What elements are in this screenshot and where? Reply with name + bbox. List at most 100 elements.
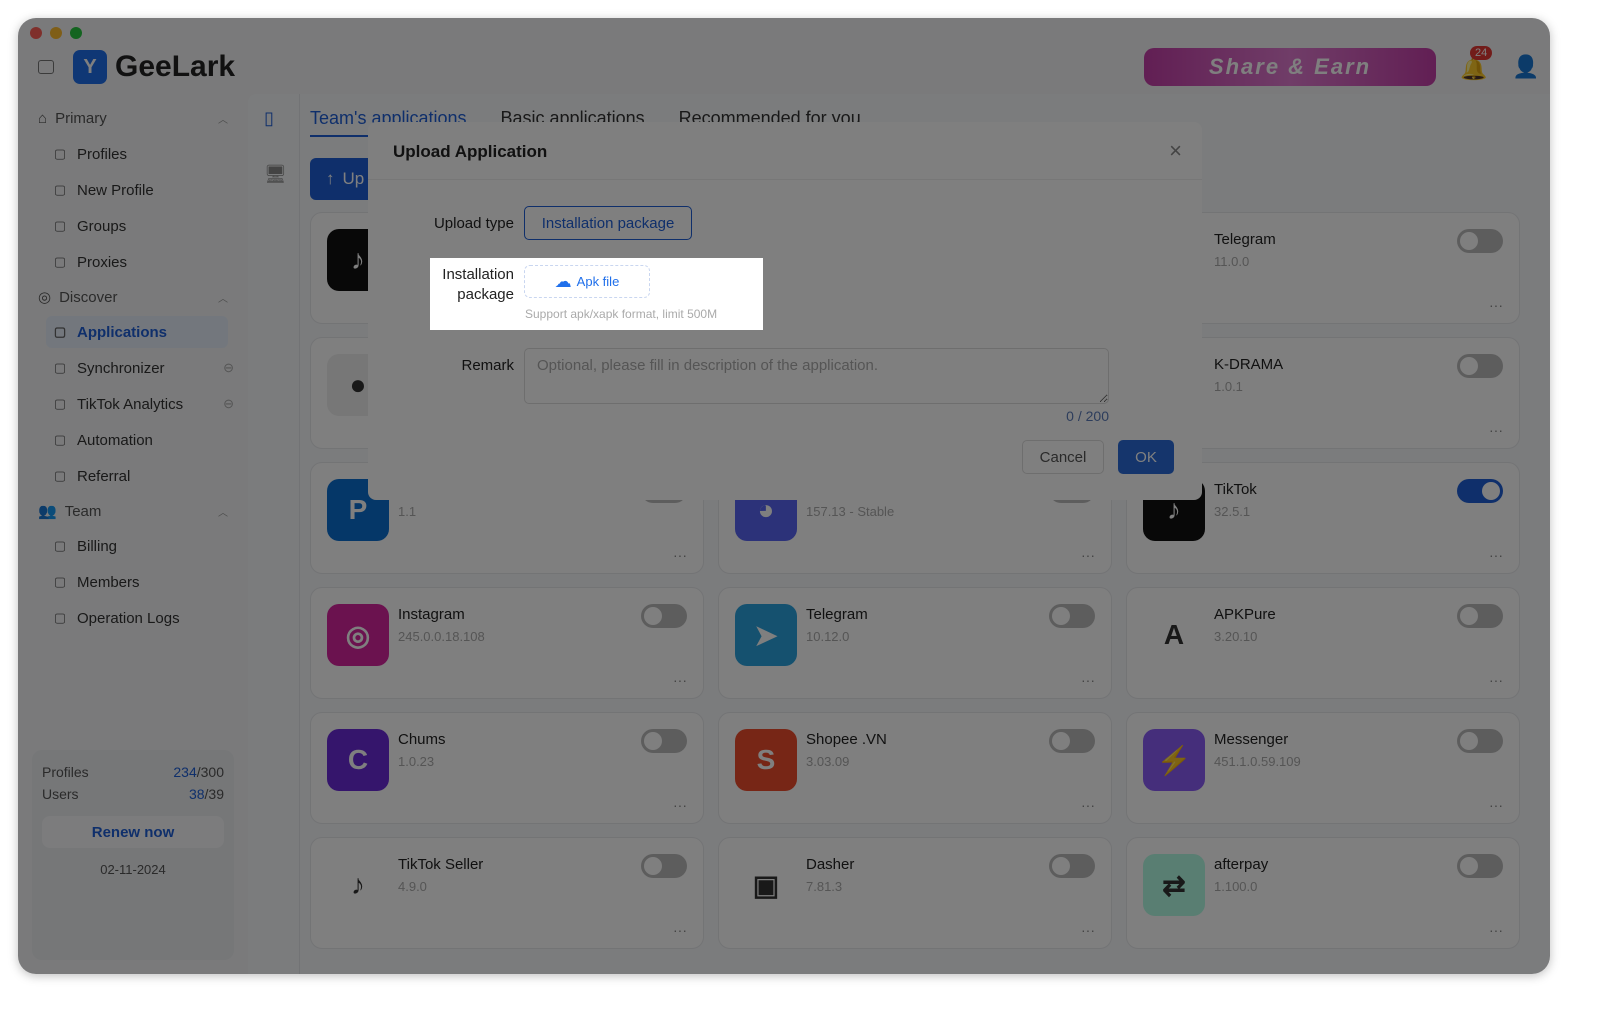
app-enable-toggle[interactable]	[1457, 729, 1503, 753]
more-options-icon[interactable]: ···	[1081, 797, 1095, 813]
sidebar-item-proxies[interactable]: ▢ Proxies	[52, 246, 234, 278]
sidebar-item-groups[interactable]: ▢ Groups	[52, 210, 234, 242]
more-options-icon[interactable]: ···	[1081, 922, 1095, 938]
cancel-button[interactable]: Cancel	[1022, 440, 1104, 474]
app-enable-toggle[interactable]	[1457, 854, 1503, 878]
more-options-icon[interactable]: ···	[673, 547, 687, 563]
more-options-icon[interactable]: ···	[673, 922, 687, 938]
more-options-icon[interactable]: ···	[1489, 922, 1503, 938]
desktop-icon[interactable]: 🖥	[264, 164, 287, 185]
app-card[interactable]: ➤ Telegram 10.12.0 ···	[718, 587, 1112, 699]
app-version: 10.12.0	[806, 629, 850, 644]
sidebar-item-applications[interactable]: ▢ Applications	[46, 316, 228, 348]
app-enable-toggle[interactable]	[1049, 604, 1095, 628]
app-card[interactable]: S Shopee .VN 3.03.09 ···	[718, 712, 1112, 824]
app-version: 3.03.09	[806, 754, 850, 769]
sidebar-item-label: TikTok Analytics	[77, 395, 184, 413]
sidebar-item-billing[interactable]: ▢ Billing	[52, 530, 234, 562]
app-icon: ♪	[327, 854, 389, 916]
sidebar-item-label: Automation	[77, 431, 153, 449]
quota-panel: Profiles 234/300 Users 38/39 Renew now 02-…	[32, 750, 234, 960]
sidebar-section-primary[interactable]: ⌂ Primary ︿	[38, 110, 228, 127]
more-options-icon[interactable]: ···	[1489, 672, 1503, 688]
app-icon: S	[735, 729, 797, 791]
app-enable-toggle[interactable]	[1457, 604, 1503, 628]
sidebar-item-new-profile[interactable]: ▢ New Profile	[52, 174, 234, 206]
share-earn-banner[interactable]: Share & Earn	[1144, 48, 1436, 86]
app-enable-toggle[interactable]	[641, 729, 687, 753]
more-options-icon[interactable]: ···	[1489, 547, 1503, 563]
sidebar-item-members[interactable]: ▢ Members	[52, 566, 234, 598]
home-icon: ⌂	[38, 110, 48, 127]
app-version: 1.100.0	[1214, 879, 1258, 894]
app-name: K-DRAMA	[1214, 356, 1284, 373]
window-controls	[30, 27, 82, 39]
phone-icon[interactable]: ▯	[264, 108, 274, 129]
app-enable-toggle[interactable]	[641, 854, 687, 878]
app-name: Telegram	[806, 606, 868, 623]
app-version: 3.20.10	[1214, 629, 1258, 644]
sidebar-item-profiles[interactable]: ▢ Profiles	[52, 138, 234, 170]
sidebar-section-discover[interactable]: ◎ Discover ︿	[38, 288, 228, 307]
installation-package-label: Installation package	[442, 266, 514, 303]
sidebar-item-referral[interactable]: ▢ Referral	[52, 460, 234, 492]
app-card[interactable]: C Chums 1.0.23 ···	[310, 712, 704, 824]
app-card[interactable]: ♪ TikTok Seller 4.9.0 ···	[310, 837, 704, 949]
app-name: APKPure	[1214, 606, 1276, 623]
app-version: 4.9.0	[398, 879, 427, 894]
more-options-icon[interactable]: ···	[1489, 422, 1503, 438]
sidebar-item-label: Billing	[77, 537, 118, 555]
app-enable-toggle[interactable]	[641, 604, 687, 628]
ok-button[interactable]: OK	[1118, 440, 1174, 474]
more-options-icon[interactable]: ···	[1081, 547, 1095, 563]
upload-hint: Support apk/xapk format, limit 500M	[525, 307, 718, 321]
renew-now-button[interactable]: Renew now	[42, 816, 224, 848]
app-icon: ⇄	[1143, 854, 1205, 916]
notification-badge: 24	[1470, 46, 1493, 60]
app-enable-toggle[interactable]	[1049, 854, 1095, 878]
remark-label: Remark	[461, 357, 514, 374]
sidebar-item-label: Referral	[77, 467, 131, 485]
app-enable-toggle[interactable]	[1457, 479, 1503, 503]
more-options-icon[interactable]: ···	[1489, 797, 1503, 813]
upload-arrow-icon: ↑	[326, 169, 335, 188]
app-enable-toggle[interactable]	[1049, 729, 1095, 753]
app-card[interactable]: A APKPure 3.20.10 ···	[1126, 587, 1520, 699]
sidebar-section-team[interactable]: 👥 Team ︿	[38, 502, 228, 521]
sidebar-toggle-icon[interactable]	[38, 60, 54, 74]
team-icon: 👥	[38, 503, 57, 520]
app-name: GeeLark	[115, 50, 236, 83]
app-card[interactable]: ⇄ afterpay 1.100.0 ···	[1126, 837, 1520, 949]
app-version: 245.0.0.18.108	[398, 629, 485, 644]
app-card[interactable]: ⚡ Messenger 451.1.0.59.109 ···	[1126, 712, 1520, 824]
upload-type-installation-package[interactable]: Installation package	[524, 206, 692, 240]
more-options-icon[interactable]: ···	[1081, 672, 1095, 688]
close-icon[interactable]: ×	[1169, 138, 1182, 164]
sidebar-item-synchronizer[interactable]: ▢ Synchronizer ⊖	[52, 352, 234, 384]
apk-file-label: Apk file	[576, 274, 620, 289]
app-card[interactable]: ▣ Dasher 7.81.3 ···	[718, 837, 1112, 949]
app-name: TikTok Seller	[398, 856, 484, 873]
app-enable-toggle[interactable]	[1457, 229, 1503, 253]
app-version: 157.13 - Stable	[806, 504, 895, 519]
upload-button-label: Up	[342, 169, 365, 188]
dialog-title: Upload Application	[393, 142, 548, 161]
divider	[368, 179, 1202, 180]
more-options-icon[interactable]: ···	[673, 797, 687, 813]
app-enable-toggle[interactable]	[1457, 354, 1503, 378]
maximize-window-button[interactable]	[70, 27, 82, 39]
sidebar-item-tiktok-analytics[interactable]: ▢ TikTok Analytics ⊖	[52, 388, 234, 420]
minimize-window-button[interactable]	[50, 27, 62, 39]
app-icon: ▣	[735, 854, 797, 916]
sidebar-item-operation-logs[interactable]: ▢ Operation Logs	[52, 602, 234, 634]
remark-input[interactable]	[524, 348, 1109, 404]
app-card[interactable]: ◎ Instagram 245.0.0.18.108 ···	[310, 587, 704, 699]
user-avatar-icon[interactable]: 👤	[1512, 54, 1539, 80]
app-name: TikTok	[1214, 481, 1257, 498]
close-window-button[interactable]	[30, 27, 42, 39]
apk-file-upload-button[interactable]: ☁ Apk file	[524, 265, 650, 298]
more-options-icon[interactable]: ···	[673, 672, 687, 688]
app-name: Instagram	[398, 606, 465, 623]
more-options-icon[interactable]: ···	[1489, 297, 1503, 313]
sidebar-item-automation[interactable]: ▢ Automation	[52, 424, 234, 456]
